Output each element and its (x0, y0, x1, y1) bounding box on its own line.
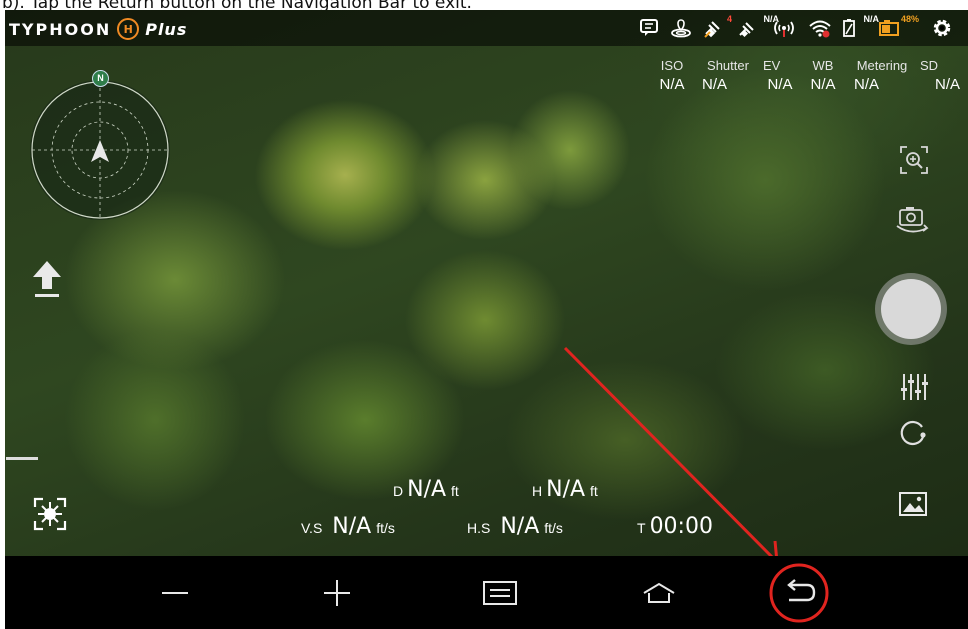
satellite-icon: 4 (702, 14, 732, 40)
plus-icon[interactable] (317, 556, 357, 629)
sd-readout: SD N/A (920, 58, 960, 93)
controller-battery-percent: 48% (900, 14, 919, 24)
satellite-count: 4 (726, 14, 732, 24)
drone-battery-icon: N/A (839, 14, 879, 40)
gallery-icon[interactable] (894, 486, 932, 522)
remote-signal-icon (771, 16, 797, 40)
metering-readout: Metering N/A (854, 58, 908, 93)
logo-text: TYPHOON (9, 19, 112, 39)
north-indicator: N (92, 70, 109, 87)
distance-readout: D N/A ft (393, 477, 459, 502)
logo-h-badge: H (117, 18, 140, 40)
gps-icon: N/A (735, 14, 779, 40)
vertical-speed-readout: V.S N/A ft/s (301, 514, 395, 539)
home-point-icon (669, 16, 693, 40)
wifi-icon (807, 16, 833, 40)
side-drawer-handle[interactable] (5, 455, 39, 461)
back-icon[interactable] (767, 556, 831, 629)
iso-readout: ISO N/A (659, 58, 685, 93)
minus-icon[interactable] (155, 556, 195, 629)
switch-camera-icon[interactable] (892, 202, 934, 240)
wb-readout: WB N/A (810, 58, 836, 93)
ev-readout: EV N/A (763, 58, 793, 93)
controller-battery-icon: 48% (877, 14, 919, 40)
app-logo: TYPHOON H Plus (9, 16, 187, 42)
top-status-bar: TYPHOON H Plus 4 N/A N/A 48% (5, 10, 968, 46)
zoom-icon[interactable] (894, 140, 934, 180)
shutter-button[interactable] (873, 271, 949, 347)
settings-sliders-icon[interactable] (895, 370, 933, 404)
message-icon[interactable] (638, 16, 660, 40)
gear-icon[interactable] (929, 16, 955, 40)
android-navigation-bar (5, 556, 968, 629)
annotation-arrow (563, 346, 779, 564)
app-screen: TYPHOON H Plus 4 N/A N/A 48% ISO N/A Shu… (5, 10, 968, 629)
logo-plus-text: Plus (145, 19, 188, 39)
home-icon[interactable] (637, 556, 681, 629)
horizontal-speed-readout: H.S N/A ft/s (467, 514, 563, 539)
flight-mode-icon[interactable] (30, 494, 70, 534)
recent-apps-icon[interactable] (478, 556, 522, 629)
takeoff-icon[interactable] (27, 256, 67, 302)
radar-compass (30, 80, 170, 220)
shutter-readout: Shutter N/A (702, 58, 749, 93)
mode-icon[interactable] (895, 415, 931, 451)
